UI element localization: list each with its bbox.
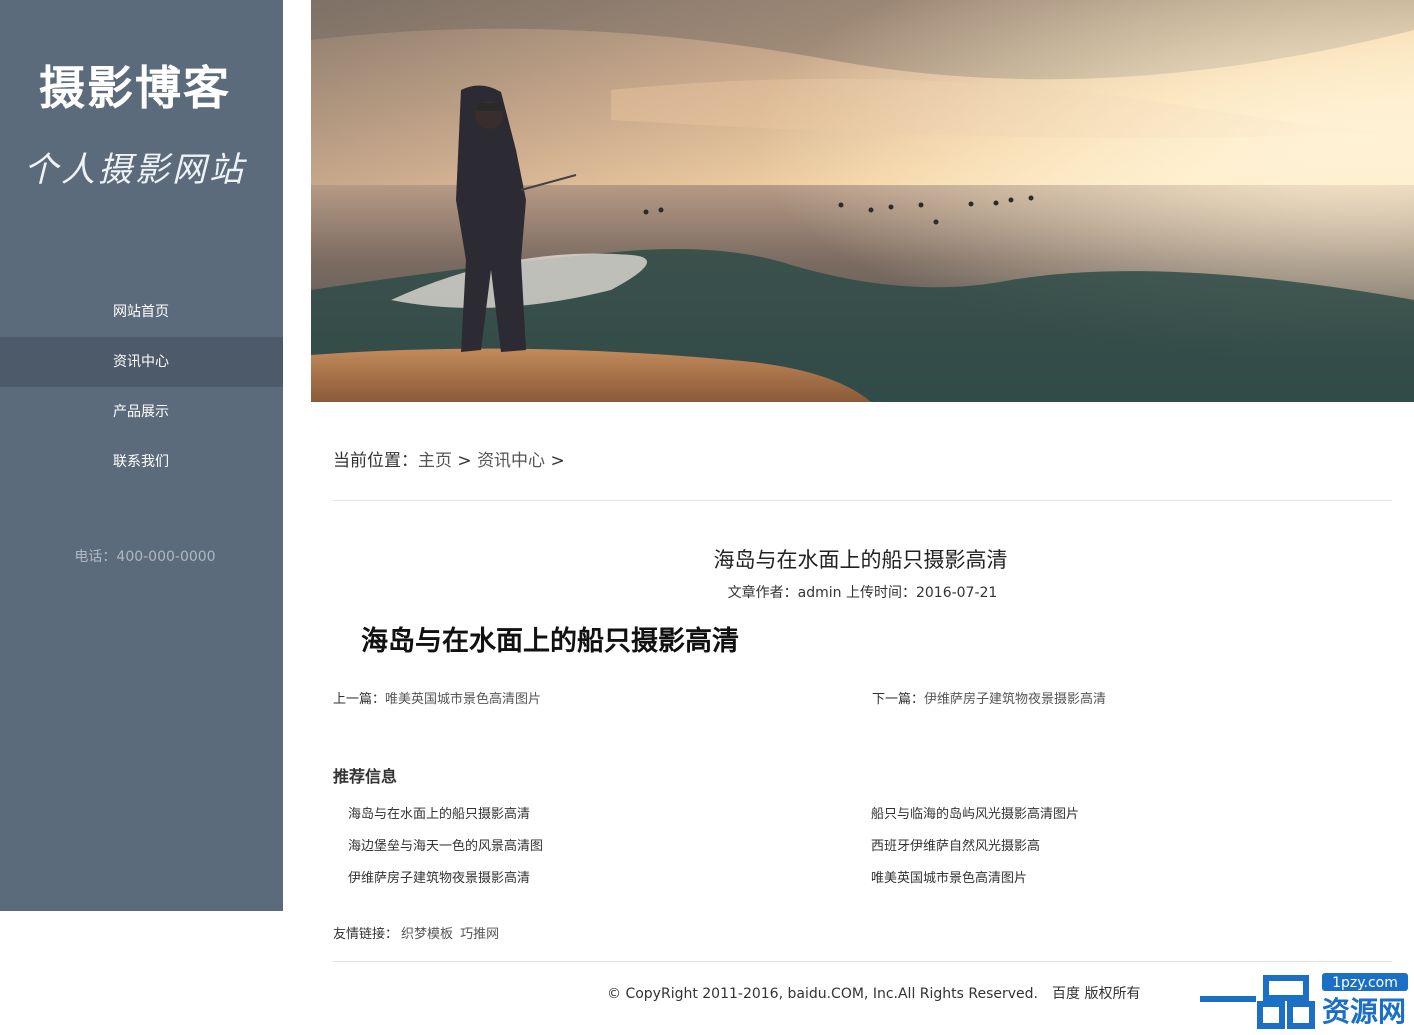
friend-link[interactable]: 织梦模板 bbox=[401, 927, 453, 942]
breadcrumb-separator: > bbox=[545, 451, 565, 471]
article-meta: 文章作者：admin 上传时间：2016-07-21 bbox=[727, 585, 998, 601]
breadcrumb-prefix: 当前位置： bbox=[333, 451, 418, 471]
breadcrumb-section-link[interactable]: 资讯中心 bbox=[477, 451, 545, 471]
watermark-domain: 1pzy.com bbox=[1332, 975, 1398, 991]
copyright: © CopyRight 2011-2016, baidu.COM, Inc.Al… bbox=[607, 986, 1141, 1002]
article-title: 海岛与在水面上的船只摄影高清 bbox=[333, 544, 1392, 574]
prev-label: 上一篇： bbox=[333, 692, 386, 707]
breadcrumb-home-link[interactable]: 主页 bbox=[418, 451, 452, 471]
divider bbox=[333, 500, 1392, 501]
friend-links: 友情链接： 织梦模板 巧推网 bbox=[333, 923, 499, 942]
friend-link[interactable]: 巧推网 bbox=[460, 927, 499, 942]
nav-item-products[interactable]: 产品展示 bbox=[0, 387, 283, 437]
footer-divider bbox=[333, 961, 1392, 962]
next-article: 下一篇：伊维萨房子建筑物夜景摄影高清 bbox=[872, 688, 1106, 707]
site-subtitle: 个人摄影网站 bbox=[24, 150, 246, 190]
banner-image bbox=[311, 0, 1414, 402]
next-label: 下一篇： bbox=[872, 692, 925, 707]
recommend-title: 推荐信息 bbox=[333, 767, 398, 786]
watermark-logo: 1pzy.com 资源网 bbox=[1200, 972, 1414, 1031]
nav-item-home[interactable]: 网站首页 bbox=[0, 287, 283, 337]
prev-article-link[interactable]: 唯美英国城市景色高清图片 bbox=[385, 692, 541, 707]
site-title: 摄影博客 bbox=[39, 61, 231, 115]
recommend-item[interactable]: 伊维萨房子建筑物夜景摄影高清 bbox=[348, 867, 530, 886]
sidebar: 摄影博客 个人摄影网站 网站首页 资讯中心 产品展示 联系我们 电话：400-0… bbox=[0, 0, 283, 911]
nav-item-news[interactable]: 资讯中心 bbox=[0, 337, 283, 387]
recommend-item[interactable]: 海岛与在水面上的船只摄影高清 bbox=[348, 803, 530, 822]
recommend-item[interactable]: 西班牙伊维萨自然风光摄影高 bbox=[871, 835, 1040, 854]
breadcrumb-separator: > bbox=[452, 451, 478, 471]
sidebar-nav: 网站首页 资讯中心 产品展示 联系我们 bbox=[0, 287, 283, 487]
prev-article: 上一篇：唯美英国城市景色高清图片 bbox=[333, 688, 541, 707]
watermark-name: 资源网 bbox=[1322, 995, 1406, 1028]
article-heading: 海岛与在水面上的船只摄影高清 bbox=[361, 626, 739, 657]
friend-links-label: 友情链接： bbox=[333, 927, 399, 942]
recommend-item[interactable]: 海边堡垒与海天一色的风景高清图 bbox=[348, 835, 543, 854]
nav-item-contact[interactable]: 联系我们 bbox=[0, 437, 283, 487]
recommend-item[interactable]: 唯美英国城市景色高清图片 bbox=[871, 867, 1027, 886]
phone-number: 电话：400-000-0000 bbox=[74, 549, 216, 565]
article-title-text: 海岛与在水面上的船只摄影高清 bbox=[713, 548, 1008, 572]
next-article-link[interactable]: 伊维萨房子建筑物夜景摄影高清 bbox=[924, 692, 1106, 707]
recommend-item[interactable]: 船只与临海的岛屿风光摄影高清图片 bbox=[871, 803, 1079, 822]
breadcrumb: 当前位置：主页 > 资讯中心 > bbox=[333, 446, 565, 471]
